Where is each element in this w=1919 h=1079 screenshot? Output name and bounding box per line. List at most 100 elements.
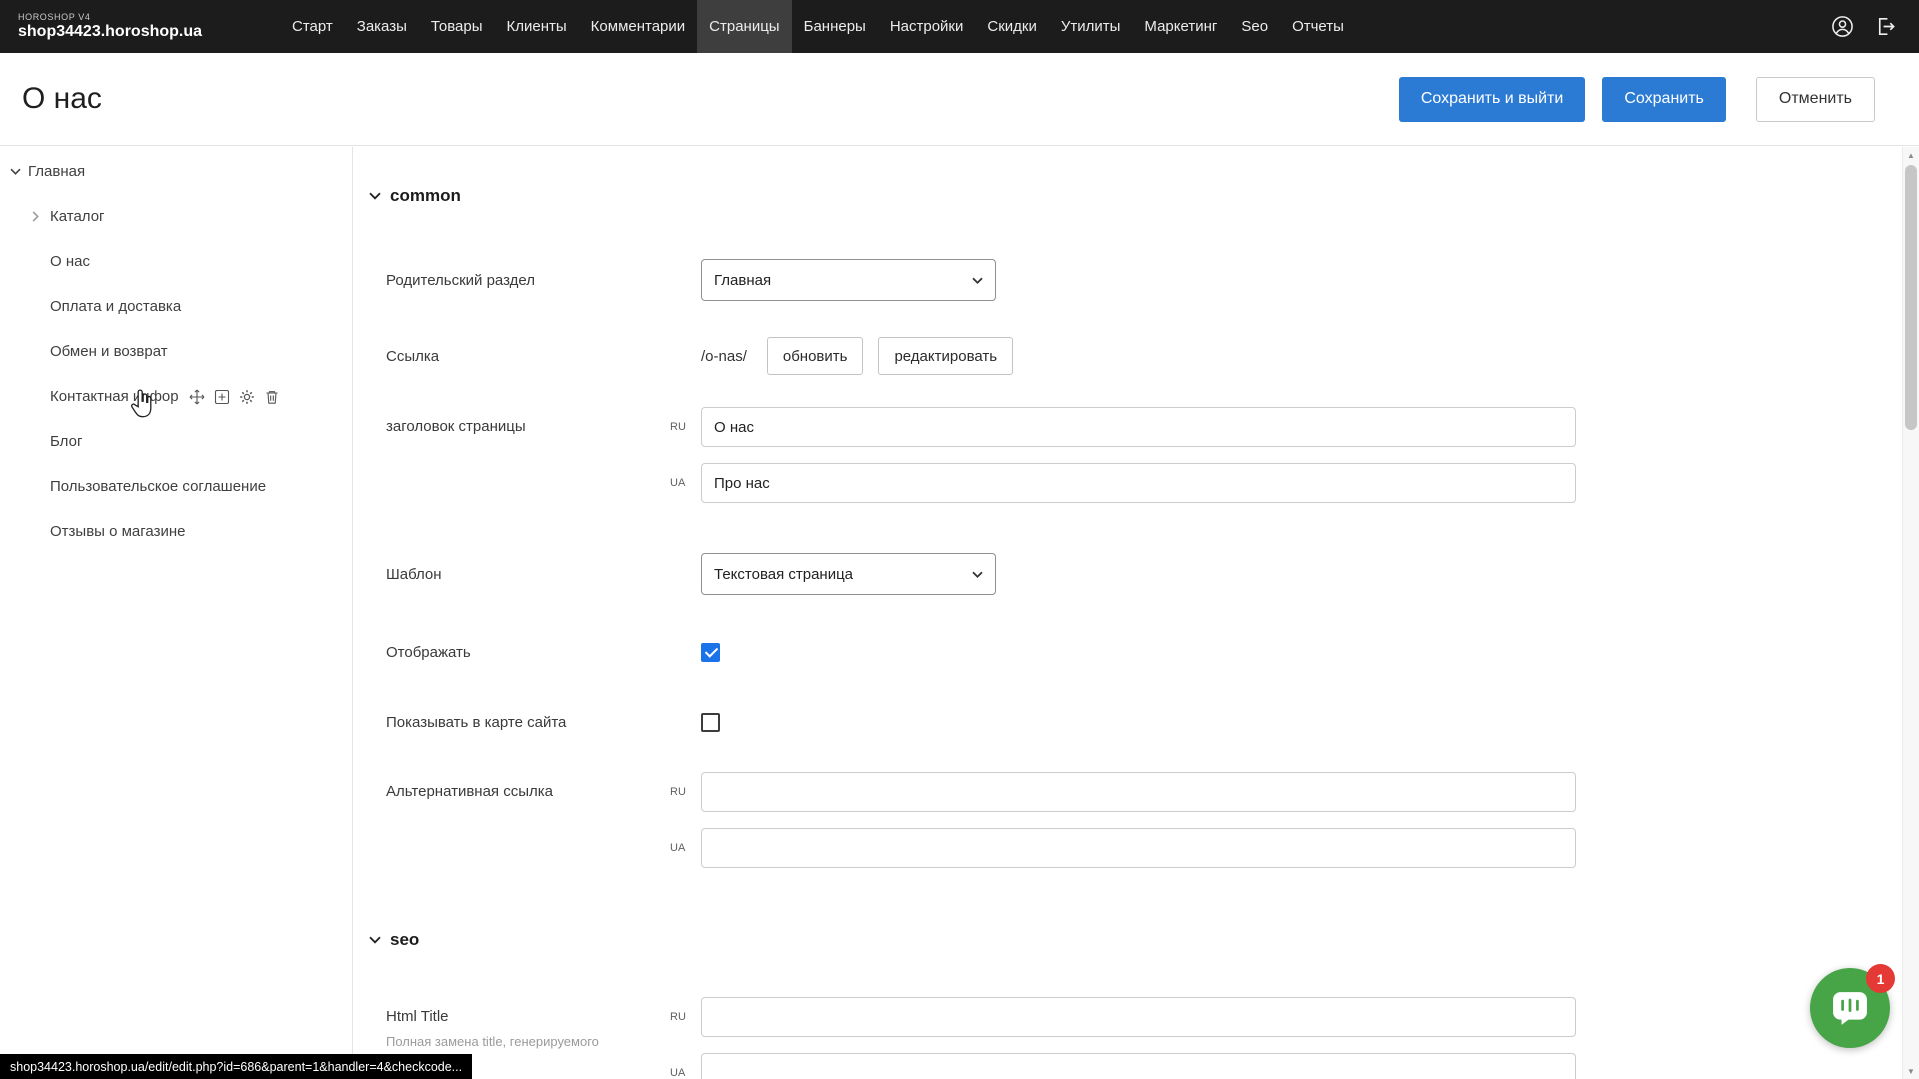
alt-link-row: Альтернативная ссылка RU UA (386, 772, 1902, 868)
sidebar-item-label: Обмен и возврат (50, 343, 168, 360)
sidebar-item-label: Отзывы о магазине (50, 523, 185, 540)
menu-item-utilities[interactable]: Утилиты (1049, 0, 1133, 53)
sidebar-item-blog[interactable]: Блог (0, 419, 352, 464)
brand[interactable]: HOROSHOP V4 shop34423.horoshop.ua (18, 0, 248, 53)
menu-item-discounts[interactable]: Скидки (975, 0, 1048, 53)
display-label: Отображать (386, 644, 701, 661)
scroll-up-arrow[interactable]: ▲ (1903, 147, 1919, 163)
page-edit-form: common Родительский раздел Главная Ссылк… (354, 147, 1902, 1079)
parent-section-row: Родительский раздел Главная (386, 259, 1902, 301)
cancel-button[interactable]: Отменить (1756, 77, 1875, 122)
section-common-toggle[interactable]: common (369, 185, 1902, 207)
menu-item-seo[interactable]: Seo (1229, 0, 1280, 53)
trash-icon[interactable] (264, 389, 280, 405)
parent-section-label: Родительский раздел (386, 272, 701, 289)
add-page-icon[interactable] (214, 389, 230, 405)
chevron-down-icon (369, 936, 381, 944)
alt-link-inputs: RU UA (670, 772, 1576, 868)
scrollbar-thumb[interactable] (1905, 165, 1917, 430)
refresh-link-button[interactable]: обновить (767, 337, 864, 375)
sidebar-item-glavnaya[interactable]: Главная (0, 149, 352, 194)
gear-icon[interactable] (239, 389, 255, 405)
lang-ua-tag: UA (670, 477, 693, 489)
sidebar-item-label: О нас (50, 253, 90, 270)
scrollbar[interactable]: ▲ ▼ (1902, 147, 1919, 1079)
html-title-hint: Полная замена title, генерируемого (386, 1034, 670, 1049)
sidebar-item-katalog[interactable]: Каталог (0, 194, 352, 239)
lang-ru-tag: RU (670, 421, 693, 433)
menu-item-reports[interactable]: Отчеты (1280, 0, 1356, 53)
pages-tree-sidebar: Главная Каталог О нас Оплата и доставка … (0, 147, 353, 1079)
parent-section-select[interactable]: Главная (701, 259, 996, 301)
topbar: HOROSHOP V4 shop34423.horoshop.ua Старт … (0, 0, 1919, 53)
html-title-ru-input[interactable] (701, 997, 1576, 1037)
lang-ua-tag: UA (670, 1067, 693, 1079)
cursor-pointer (128, 389, 155, 420)
section-seo-title: seo (390, 930, 419, 950)
sidebar-item-label: Блог (50, 433, 82, 450)
logout-icon[interactable] (1874, 15, 1897, 38)
sidebar-item-polzovatelskoe-soglashenie[interactable]: Пользовательское соглашение (0, 464, 352, 509)
menu-item-banners[interactable]: Баннеры (792, 0, 878, 53)
header-actions: Сохранить и выйти Сохранить Отменить (1399, 77, 1875, 122)
menu-item-orders[interactable]: Заказы (345, 0, 419, 53)
sidebar-item-label: Оплата и доставка (50, 298, 181, 315)
chevron-down-icon (972, 277, 983, 284)
chevron-down-icon (972, 571, 983, 578)
move-icon[interactable] (189, 389, 205, 405)
tree-item-actions (189, 389, 280, 405)
lang-ua-tag: UA (670, 842, 693, 854)
alt-link-ua-input[interactable] (701, 828, 1576, 868)
edit-link-button[interactable]: редактировать (878, 337, 1013, 375)
sidebar-item-label: Контактная инфор (50, 388, 179, 405)
chevron-down-icon[interactable] (10, 168, 28, 175)
sidebar-item-otzyvy-o-magazine[interactable]: Отзывы о магазине (0, 509, 352, 554)
scroll-down-arrow[interactable]: ▼ (1903, 1063, 1919, 1079)
menu-item-pages[interactable]: Страницы (697, 0, 791, 53)
section-seo-toggle[interactable]: seo (369, 929, 1902, 951)
template-label: Шаблон (386, 566, 701, 583)
sidebar-item-label: Пользовательское соглашение (50, 478, 266, 495)
top-menu: Старт Заказы Товары Клиенты Комментарии … (280, 0, 1356, 53)
alt-link-label: Альтернативная ссылка (386, 772, 670, 812)
menu-item-clients[interactable]: Клиенты (495, 0, 579, 53)
account-icon[interactable] (1831, 15, 1854, 38)
template-row: Шаблон Текстовая страница (386, 553, 1902, 595)
display-row: Отображать (386, 640, 1902, 664)
template-select[interactable]: Текстовая страница (701, 553, 996, 595)
menu-item-marketing[interactable]: Маркетинг (1132, 0, 1229, 53)
html-title-ua-input[interactable] (701, 1053, 1576, 1079)
sidebar-item-label: Главная (28, 163, 85, 180)
chevron-right-icon[interactable] (32, 211, 50, 222)
template-value: Текстовая страница (714, 566, 853, 583)
page-title-row: заголовок страницы RU UA (386, 407, 1902, 503)
sitemap-checkbox[interactable] (701, 713, 720, 732)
sitemap-row: Показывать в карте сайта (386, 710, 1902, 734)
chat-unread-badge: 1 (1866, 964, 1895, 993)
menu-item-start[interactable]: Старт (280, 0, 345, 53)
brand-domain: shop34423.horoshop.ua (18, 23, 248, 41)
menu-item-products[interactable]: Товары (419, 0, 495, 53)
sidebar-item-obmen-i-vozvrat[interactable]: Обмен и возврат (0, 329, 352, 374)
page-title-label: заголовок страницы (386, 407, 670, 447)
alt-link-ru-input[interactable] (701, 772, 1576, 812)
brand-version-label: HOROSHOP V4 (18, 12, 248, 22)
page-title-ru-input[interactable] (701, 407, 1576, 447)
chat-icon (1832, 991, 1868, 1026)
sidebar-item-o-nas[interactable]: О нас (0, 239, 352, 284)
page-header: О нас Сохранить и выйти Сохранить Отмени… (0, 53, 1919, 146)
display-checkbox[interactable] (701, 643, 720, 662)
topbar-right (1831, 0, 1897, 53)
status-url-bar: shop34423.horoshop.ua/edit/edit.php?id=6… (0, 1054, 472, 1079)
sidebar-item-oplata-i-dostavka[interactable]: Оплата и доставка (0, 284, 352, 329)
save-button[interactable]: Сохранить (1602, 77, 1726, 122)
page-title-ua-input[interactable] (701, 463, 1576, 503)
save-and-exit-button[interactable]: Сохранить и выйти (1399, 77, 1586, 122)
sidebar-item-kontaktnaya-infor[interactable]: Контактная инфор (0, 374, 352, 419)
menu-item-settings[interactable]: Настройки (878, 0, 976, 53)
menu-item-comments[interactable]: Комментарии (579, 0, 697, 53)
section-common-title: common (390, 186, 461, 206)
parent-section-value: Главная (714, 272, 771, 289)
html-title-label-block: Html Title Полная замена title, генериру… (386, 997, 670, 1049)
link-path: /o-nas/ (701, 348, 747, 365)
